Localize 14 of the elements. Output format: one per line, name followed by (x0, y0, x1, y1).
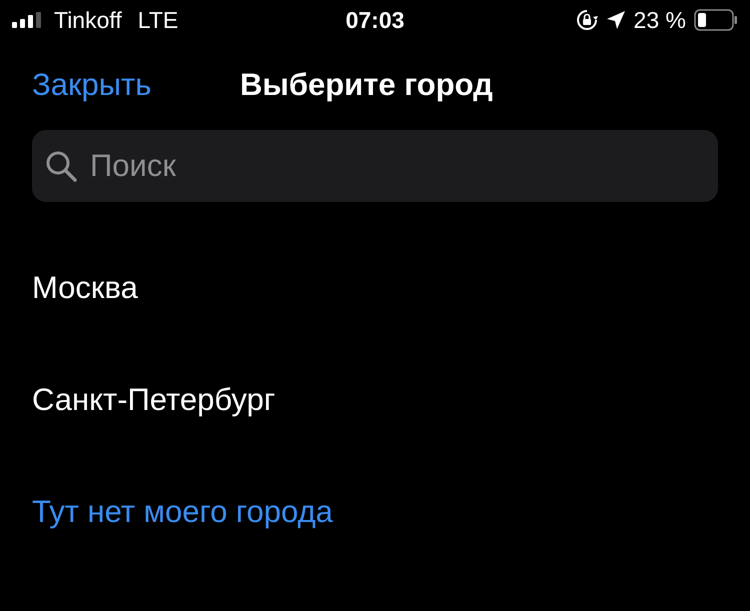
city-item[interactable]: Санкт-Петербург (32, 344, 718, 456)
network-type: LTE (138, 6, 178, 34)
battery-percent: 23 % (634, 6, 686, 34)
status-time: 07:03 (346, 6, 404, 34)
location-arrow-icon (606, 10, 626, 30)
search-field[interactable]: Поиск (32, 130, 718, 202)
missing-city-link[interactable]: Тут нет моего города (32, 456, 333, 568)
screen-title: Выберите город (240, 67, 493, 103)
carrier-name: Tinkoff (54, 6, 122, 34)
city-item[interactable]: Москва (32, 232, 718, 344)
battery-icon (694, 9, 738, 31)
signal-icon (12, 12, 44, 28)
rotation-lock-icon (576, 9, 598, 31)
close-link[interactable]: Закрыть (32, 67, 240, 103)
